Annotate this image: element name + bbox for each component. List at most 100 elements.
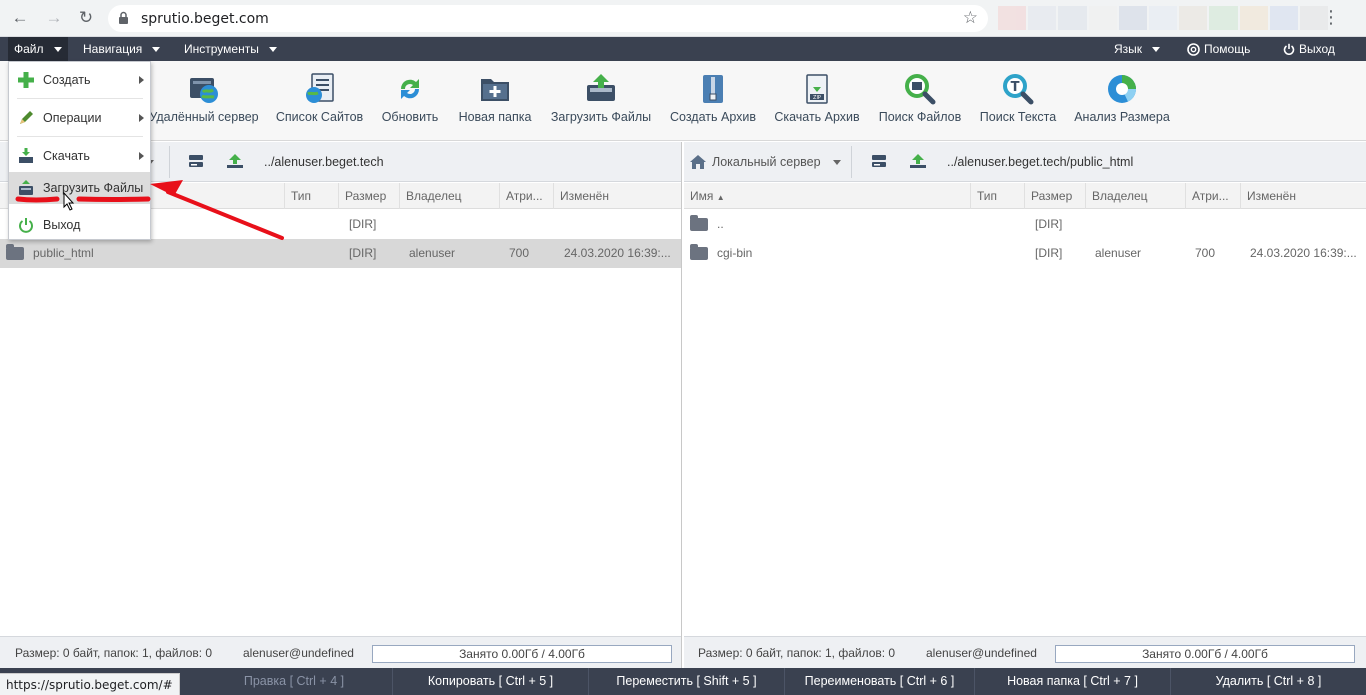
tool-size-analysis[interactable]: Анализ Размера: [1070, 61, 1174, 141]
col-type[interactable]: Тип: [284, 183, 338, 209]
row-attributes: 700: [1195, 246, 1216, 260]
tool-upload-files[interactable]: Загрузить Файлы: [545, 61, 657, 141]
row-name: cgi-bin: [717, 246, 753, 260]
menu-language[interactable]: Язык: [1108, 37, 1166, 61]
col-size[interactable]: Размер: [1024, 183, 1085, 209]
download-icon: [19, 148, 33, 163]
menu-separator: [17, 136, 143, 137]
col-attributes[interactable]: Атри...: [1185, 183, 1240, 209]
upload-icon: [19, 180, 33, 195]
row-modified: 24.03.2020 16:39:...: [1250, 246, 1357, 260]
file-menu-exit-label: Выход: [43, 218, 81, 232]
extension-icons: [998, 6, 1329, 30]
hotkey-new-folder[interactable]: Новая папка [ Ctrl + 7 ]: [974, 668, 1170, 695]
server-root-icon[interactable]: [188, 154, 204, 168]
row-owner: alenuser: [1095, 246, 1142, 260]
menu-help-label: Помощь: [1204, 42, 1251, 56]
plus-icon: [18, 72, 34, 88]
col-type[interactable]: Тип: [970, 183, 1024, 209]
search-text-icon: T: [1001, 72, 1035, 106]
tool-remote-server[interactable]: Удалённый сервер: [145, 61, 263, 141]
hotkey-bar: Правка [ Ctrl + 4 ] Копировать [ Ctrl + …: [0, 668, 1366, 695]
reload-icon[interactable]: ↻: [76, 8, 96, 28]
hotkey-rename[interactable]: Переименовать [ Ctrl + 6 ]: [784, 668, 974, 695]
tool-site-list[interactable]: Список Сайтов: [272, 61, 367, 141]
file-menu-upload-files-label: Загрузить Файлы: [43, 181, 144, 195]
right-server-select[interactable]: Локальный сервер: [690, 152, 841, 172]
left-status-bar: Размер: 0 байт, папок: 1, файлов: 0 alen…: [0, 636, 681, 668]
tool-size-analysis-label: Анализ Размера: [1074, 110, 1170, 124]
tool-search-files[interactable]: Поиск Файлов: [873, 61, 967, 141]
file-menu-create[interactable]: Создать: [9, 64, 150, 96]
table-row[interactable]: cgi-bin [DIR] alenuser 700 24.03.2020 16…: [684, 239, 1366, 268]
col-modified[interactable]: Изменён: [1240, 183, 1366, 209]
col-attributes[interactable]: Атри...: [499, 183, 553, 209]
row-size: [DIR]: [349, 217, 377, 231]
menu-help[interactable]: Помощь: [1181, 37, 1256, 61]
home-icon: [690, 155, 706, 169]
server-root-icon[interactable]: [871, 154, 887, 168]
up-folder-icon[interactable]: [910, 154, 926, 168]
row-owner: alenuser: [409, 246, 456, 260]
tool-create-archive-label: Создать Архив: [670, 110, 756, 124]
power-icon: [19, 218, 33, 233]
forward-arrow-icon[interactable]: →: [44, 8, 64, 28]
row-size: [DIR]: [349, 246, 377, 260]
tool-site-list-label: Список Сайтов: [275, 110, 364, 124]
col-name[interactable]: Имя ▲: [684, 183, 970, 209]
toolbar: Удалённый сервер Список Сайтов Обновить …: [0, 61, 1366, 141]
up-folder-icon[interactable]: [227, 154, 243, 168]
tool-download-archive[interactable]: ZIP Скачать Архив: [770, 61, 864, 141]
address-bar[interactable]: sprutio.beget.com ☆: [108, 5, 988, 32]
remote-server-icon: [187, 72, 221, 106]
col-owner[interactable]: Владелец: [399, 183, 499, 209]
right-status-text: Размер: 0 байт, папок: 1, файлов: 0: [698, 646, 896, 660]
bookmark-star-icon[interactable]: ☆: [963, 8, 978, 28]
menu-tools[interactable]: Инструменты: [178, 37, 283, 61]
search-files-icon: [903, 72, 937, 106]
browser-menu-icon[interactable]: ⋮: [1322, 7, 1340, 27]
svg-text:T: T: [1011, 80, 1020, 95]
lifebuoy-icon: [1187, 42, 1200, 56]
chevron-down-icon: [53, 46, 62, 52]
tool-download-archive-label: Скачать Архив: [774, 110, 860, 124]
menu-file[interactable]: Файл: [8, 37, 68, 61]
tool-search-files-label: Поиск Файлов: [878, 110, 962, 124]
chevron-right-icon: [139, 76, 144, 84]
tool-search-text[interactable]: T Поиск Текста: [975, 61, 1061, 141]
svg-text:ZIP: ZIP: [813, 95, 821, 101]
table-row[interactable]: public_html [DIR] alenuser 700 24.03.202…: [0, 239, 681, 268]
file-menu-operations[interactable]: Операции: [9, 102, 150, 134]
menu-exit-label: Выход: [1299, 42, 1335, 56]
file-menu-upload-files[interactable]: Загрузить Файлы: [9, 172, 150, 204]
pencil-icon: [20, 111, 33, 124]
file-menu-create-label: Создать: [43, 73, 91, 87]
tool-new-folder[interactable]: Новая папка: [453, 61, 537, 141]
hotkey-delete[interactable]: Удалить [ Ctrl + 8 ]: [1170, 668, 1366, 695]
browser-toolbar: ← → ↻ sprutio.beget.com ☆ ⋮: [0, 0, 1366, 37]
back-arrow-icon[interactable]: ←: [10, 8, 30, 28]
tool-new-folder-label: Новая папка: [458, 110, 532, 124]
file-menu-exit[interactable]: Выход: [9, 209, 150, 241]
right-user: alenuser@undefined: [926, 646, 1037, 660]
power-icon: [1283, 43, 1295, 55]
tool-create-archive[interactable]: Создать Архив: [664, 61, 762, 141]
hotkey-copy[interactable]: Копировать [ Ctrl + 5 ]: [392, 668, 588, 695]
hotkey-move[interactable]: Переместить [ Shift + 5 ]: [588, 668, 784, 695]
chevron-down-icon: [268, 46, 277, 52]
divider: [169, 146, 170, 178]
left-user: alenuser@undefined: [243, 646, 354, 660]
file-menu-download[interactable]: Скачать: [9, 140, 150, 172]
menu-navigation[interactable]: Навигация: [77, 37, 166, 61]
row-name: public_html: [33, 246, 94, 260]
col-modified[interactable]: Изменён: [553, 183, 682, 209]
menu-exit[interactable]: Выход: [1277, 37, 1341, 61]
hotkey-edit[interactable]: Правка [ Ctrl + 4 ]: [196, 668, 392, 695]
table-row[interactable]: .. [DIR]: [684, 210, 1366, 239]
chevron-right-icon: [139, 114, 144, 122]
tool-refresh[interactable]: Обновить: [375, 61, 445, 141]
file-menu-dropdown: Создать Операции Скачать Загрузить Файлы…: [8, 61, 151, 240]
size-analysis-icon: [1105, 72, 1139, 106]
col-owner[interactable]: Владелец: [1085, 183, 1185, 209]
col-size[interactable]: Размер: [338, 183, 399, 209]
